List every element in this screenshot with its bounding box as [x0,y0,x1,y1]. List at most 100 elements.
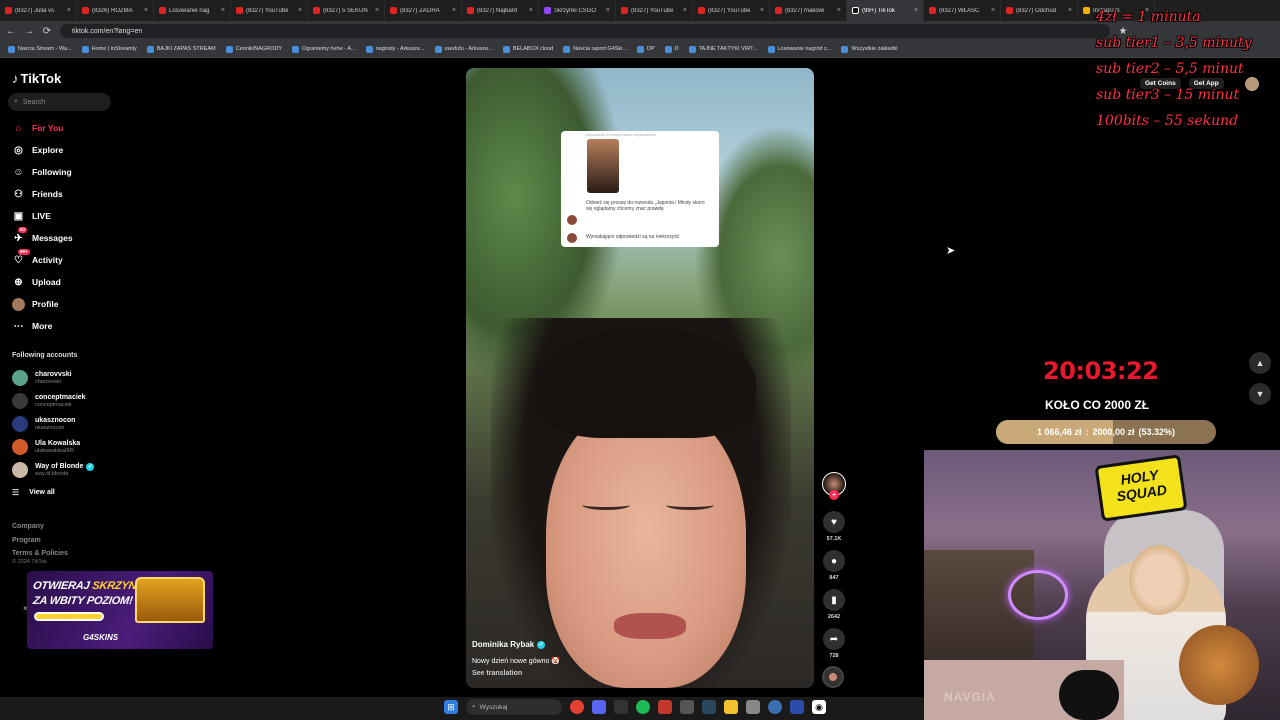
close-tab-icon[interactable]: × [529,7,533,14]
windows-search-input[interactable]: ⌕ Wyszukaj [466,699,562,715]
spotify-icon[interactable] [636,700,650,714]
browser-tab[interactable]: (8327) Odchud × [1001,0,1078,21]
close-tab-icon[interactable]: × [67,7,71,14]
save-button[interactable]: ▮ 2642 [822,589,846,620]
browser-tab[interactable]: Losowanie nag × [154,0,231,21]
live-icon: ▣ [13,210,24,222]
sidebar-item-messages[interactable]: ✈ 53 Messages [12,226,73,245]
chevron-down-icon[interactable]: ▼ [1249,383,1271,405]
sidebar-item-explore[interactable]: ◎ Explore [12,143,63,157]
settings-app-icon[interactable] [680,700,694,714]
close-tab-icon[interactable]: × [606,7,610,14]
terminal-icon[interactable] [614,700,628,714]
browser-tab[interactable]: (8327) YouTube × [693,0,770,21]
reload-icon[interactable]: ⟳ [42,26,52,37]
browser-tab[interactable]: (8327) YouTube × [616,0,693,21]
mouse-cursor-icon: ➤ [946,245,956,257]
address-bar[interactable]: tiktok.com/en?lang=en [60,24,1110,38]
bookmarks-bar: Navcia Stream - Wa... Home | inStreamly BA… [0,41,1280,58]
close-tab-icon[interactable]: × [760,7,764,14]
video-player[interactable]: Odpowiedz do komentarza użytkownika Odni… [466,68,814,688]
footer-link[interactable]: Program [12,534,68,548]
close-tab-icon[interactable]: × [914,7,918,14]
windows-start-icon[interactable]: ⊞ [444,700,458,714]
close-tab-icon[interactable]: × [991,7,995,14]
bookmark-item[interactable]: Navcia raport G4Ski... [563,45,627,53]
sidebar-item-live[interactable]: ▣ LIVE [12,209,51,223]
close-tab-icon[interactable]: × [683,7,687,14]
promo-banner[interactable]: OTWIERAJ SKRZYNKI EXP ZA WBITY POZIOM! G… [27,571,213,649]
bookmark-item[interactable]: D [664,45,679,53]
bookmark-label: TAJNE TAKTYKI VIRT... [698,46,758,52]
share-button[interactable]: ➦ 728 [822,628,846,659]
following-account-item[interactable]: conceptmaciek conceptmaciek [12,393,86,409]
chrome-icon[interactable] [570,700,584,714]
music-disc-icon[interactable] [822,666,844,688]
browser-tab[interactable]: (8327) 5 SEKUN × [308,0,385,21]
like-button[interactable]: ♥ 57.1K [822,511,846,542]
search-input[interactable]: ⌕ Search [8,93,111,111]
close-tab-icon[interactable]: × [298,7,302,14]
folder-icon[interactable] [724,700,738,714]
close-tab-icon[interactable]: × [375,7,379,14]
video-author[interactable]: Dominika Rybak ✓ [472,640,546,649]
close-icon[interactable]: × [23,604,28,613]
bookmark-item[interactable]: Cennik/NAGRODY [225,45,282,53]
browser-tab[interactable]: (8327) YouTube × [231,0,308,21]
browser-tab[interactable]: (8327) Julia vs × [0,0,77,21]
account-name: ukasznocon [35,417,75,425]
bookmark-item[interactable]: Losowanie nagród z... [767,45,831,53]
notepad-icon[interactable] [746,700,760,714]
browser-tab[interactable]: Skrzynki CSGO × [539,0,616,21]
bookmark-item[interactable]: BAJKI ZAPAS STREAM [146,45,216,53]
bookmark-item[interactable]: DP [636,45,655,53]
following-account-item[interactable]: Ula Kowalska ulakowalska005 [12,439,80,455]
browser-tab[interactable]: (8327) ZAORA × [385,0,462,21]
steam-icon[interactable] [702,700,716,714]
account-name: conceptmaciek [35,394,86,402]
browser-tab[interactable]: (8326) ROZMA × [77,0,154,21]
following-account-item[interactable]: charovvski charovvski [12,370,72,386]
following-account-item[interactable]: Way of Blonde ✓ way.of.blonde [12,462,95,478]
sidebar-item-more[interactable]: ⋯ More [12,319,53,333]
sidebar-item-upload[interactable]: ⊕ Upload [12,275,61,289]
bitwarden-icon[interactable] [790,700,804,714]
obs-icon[interactable]: ◉ [812,700,826,714]
shield-icon[interactable] [658,700,672,714]
share-arrow-icon: ➦ [823,628,845,650]
close-tab-icon[interactable]: × [144,7,148,14]
close-tab-icon[interactable]: × [1068,7,1072,14]
bookmark-item[interactable]: uwufufu - Arkusze... [434,45,493,53]
sidebar-item-activity[interactable]: ♡ 99+ Activity [12,248,63,267]
close-tab-icon[interactable]: × [837,7,841,14]
bookmark-item[interactable]: Ograniemy hehe - A... [292,45,356,53]
bookmark-item[interactable]: TAJNE TAKTYKI VIRT... [688,45,758,53]
sidebar-item-profile[interactable]: Profile [12,297,58,311]
browser-tab[interactable]: (8327) makowi × [770,0,847,21]
bookmark-item[interactable]: Navcia Stream - Wa... [8,45,72,53]
bookmark-item[interactable]: BELABOX cloud [502,45,553,53]
browser-tab[interactable]: (99+) TikTok × [847,0,924,21]
gear-icon[interactable] [768,700,782,714]
browser-tab[interactable]: (8327) WŁAŚC × [924,0,1001,21]
view-all-link[interactable]: ☰ View all [12,488,55,497]
follow-plus-icon[interactable]: + [829,490,839,500]
forward-arrow-icon[interactable]: → [24,26,34,37]
footer-link[interactable]: Company [12,520,68,534]
discord-icon[interactable] [592,700,606,714]
tiktok-logo[interactable]: ♪ TikTok [12,71,61,86]
sidebar-item-friends[interactable]: ⚇ Friends [12,187,63,201]
chevron-up-icon[interactable]: ▲ [1249,352,1271,374]
bookmark-item[interactable]: Wszystkie zakładki [841,45,897,53]
close-tab-icon[interactable]: × [452,7,456,14]
see-translation-link[interactable]: See translation [472,670,522,677]
bookmark-item[interactable]: Home | inStreamly [81,45,137,53]
close-tab-icon[interactable]: × [221,7,225,14]
browser-tab[interactable]: (8327) Najbard × [462,0,539,21]
comment-button[interactable]: ● 847 [822,550,846,581]
back-arrow-icon[interactable]: ← [6,26,16,37]
sidebar-item-following[interactable]: ☺ Following [12,165,71,179]
following-account-item[interactable]: ukasznocon ukasznocon [12,416,75,432]
bookmark-item[interactable]: nagrody - Arkusze... [365,45,425,53]
sidebar-item-for-you[interactable]: ⌂ For You [12,121,63,135]
